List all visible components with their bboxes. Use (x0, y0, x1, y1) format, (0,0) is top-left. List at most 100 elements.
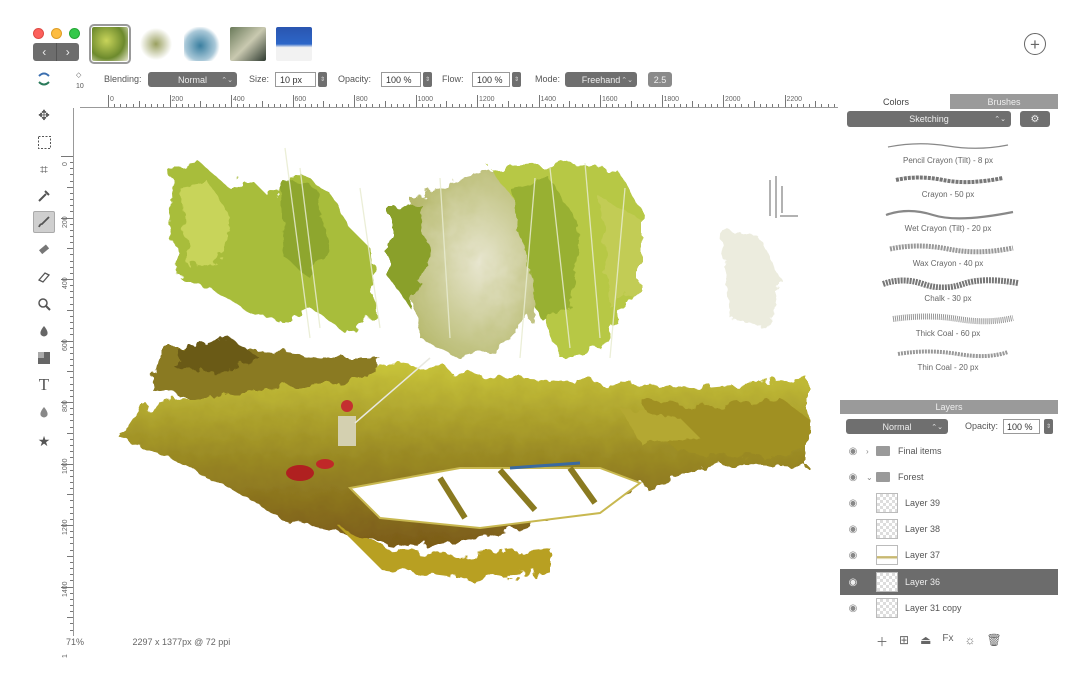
eye-icon[interactable]: ◉ (840, 524, 866, 535)
ruler-tick (298, 104, 300, 107)
ruler-tick (70, 598, 73, 600)
ruler-tick (70, 211, 73, 213)
eye-icon[interactable]: ◉ (840, 498, 866, 509)
eraser-icon[interactable] (33, 239, 55, 261)
ruler-tick (796, 104, 798, 107)
brush-set-dropdown[interactable]: Sketching ⌃⌄ (847, 111, 1011, 127)
layer-opacity-stepper[interactable]: ⇕ (1044, 419, 1053, 434)
back-button[interactable]: ‹ (33, 43, 56, 61)
tab-brushes[interactable]: Brushes (950, 94, 1058, 109)
trash-icon[interactable]: 🗑 (987, 633, 1002, 650)
brush-item[interactable]: Crayon - 50 px (868, 172, 1028, 199)
brush-item[interactable]: Chalk - 30 px (868, 276, 1028, 303)
ruler-tick (144, 104, 146, 107)
layer-row[interactable]: ◉ Layer 36 (840, 569, 1058, 595)
shape-icon[interactable] (33, 347, 55, 369)
close-window-button[interactable] (33, 28, 44, 39)
fill-icon[interactable] (33, 320, 55, 342)
plus-icon: + (1030, 34, 1040, 54)
opacity-input[interactable]: 100 % (381, 72, 421, 87)
document-thumbnail[interactable] (230, 27, 266, 61)
ruler-tick (70, 260, 73, 262)
eye-icon[interactable]: ◉ (840, 550, 866, 561)
layer-row[interactable]: ◉ Layer 38 (840, 516, 1058, 542)
swap-colors-icon[interactable] (36, 71, 52, 87)
ruler-tick (70, 549, 73, 551)
smudge-icon[interactable] (33, 266, 55, 288)
brush-item[interactable]: Pencil Crayon (Tilt) - 8 px (868, 138, 1028, 165)
layer-group-row[interactable]: ◉ › Final items (840, 438, 1058, 464)
ruler-tick (120, 104, 122, 107)
add-document-button[interactable]: + (1024, 33, 1046, 55)
zoom-icon[interactable] (33, 293, 55, 315)
star-icon[interactable]: ★ (33, 430, 55, 452)
brush-name: Chalk - 30 px (924, 294, 972, 303)
merge-icon[interactable]: ⏏ (920, 633, 931, 650)
eye-icon[interactable]: ◉ (840, 577, 866, 588)
canvas[interactable] (80, 108, 838, 636)
zoom-window-button[interactable] (69, 28, 80, 39)
brush-item[interactable]: Wax Crayon - 40 px (868, 241, 1028, 268)
chevron-right-icon[interactable]: › (866, 447, 876, 456)
brush-set-value: Sketching (909, 114, 949, 124)
ruler-tick (70, 408, 73, 410)
ruler-tick (169, 95, 171, 107)
brush-item[interactable]: Wet Crayon (Tilt) - 20 px (868, 206, 1028, 233)
ruler-tick (67, 555, 73, 557)
ruler-tick (70, 537, 73, 539)
document-thumbnail[interactable] (276, 27, 312, 61)
horizontal-ruler: 0 200 400 600 800 1000 1200 1400 1600 1800 2000 220… (80, 95, 852, 108)
layer-opacity-input[interactable]: 100 % (1003, 419, 1040, 434)
opacity-stepper[interactable]: ⇕ (423, 72, 432, 87)
eye-icon[interactable]: ◉ (840, 472, 866, 483)
forward-button[interactable]: › (55, 43, 80, 61)
layer-row[interactable]: ◉ Layer 31 copy (840, 595, 1058, 621)
eye-icon[interactable]: ◉ (840, 603, 866, 614)
zoom-level[interactable]: 71% (66, 637, 84, 647)
flow-stepper[interactable]: ⇕ (512, 72, 521, 87)
dropper-icon[interactable] (33, 401, 55, 423)
fx-icon[interactable]: Fx (942, 633, 953, 650)
brush-item[interactable]: Thick Coal - 60 px (868, 311, 1028, 338)
size-stepper[interactable]: ⇕ (318, 72, 327, 87)
tab-colors[interactable]: Colors (842, 94, 950, 109)
add-group-icon[interactable]: ⊞ (899, 633, 909, 650)
layer-group-row[interactable]: ◉ ⌄ Forest (840, 464, 1058, 490)
document-thumbnail[interactable] (89, 24, 131, 64)
eye-icon[interactable]: ◉ (840, 446, 866, 457)
eyedropper-icon[interactable] (33, 185, 55, 207)
move-icon[interactable]: ✥ (33, 104, 55, 126)
layer-blend-dropdown[interactable]: Normal ⌃⌄ (846, 419, 948, 434)
layer-row[interactable]: ◉ Layer 39 (840, 490, 1058, 516)
ruler-label: 1600 (602, 96, 618, 103)
crop-icon[interactable]: ⌗ (33, 158, 55, 180)
text-icon[interactable]: T (33, 374, 55, 396)
layer-actions: ＋ ⊞ ⏏ Fx ☼ 🗑 (876, 633, 1002, 650)
chevron-down-icon[interactable]: ⌄ (866, 473, 876, 482)
ruler-label: 2200 (786, 96, 803, 103)
ruler-tick (249, 104, 251, 107)
ruler-tick (70, 192, 73, 194)
ruler-tick (70, 445, 73, 447)
add-layer-icon[interactable]: ＋ (876, 633, 888, 650)
ruler-tick (612, 104, 614, 107)
adjust-icon[interactable]: ☼ (965, 633, 976, 650)
size-input[interactable]: 10 px (275, 72, 316, 87)
minimize-window-button[interactable] (51, 28, 62, 39)
status-bar: 71% 2297 x 1377px @ 72 ppi (66, 637, 230, 647)
document-thumbnail[interactable] (138, 27, 174, 61)
layers-header[interactable]: Layers (840, 400, 1058, 414)
ruler-tick (575, 104, 577, 107)
brush-stroke-preview (887, 143, 1009, 149)
brush-item[interactable]: Thin Coal - 20 px (868, 345, 1028, 372)
mode-dropdown[interactable]: Freehand ⌃⌄ (565, 72, 637, 87)
ruler-tick (310, 104, 312, 107)
brush-icon[interactable] (33, 211, 55, 233)
flow-input[interactable]: 100 % (472, 72, 510, 87)
document-thumbnail[interactable] (184, 27, 220, 61)
brush-settings-button[interactable]: ⚙ (1020, 111, 1050, 127)
pressure-button[interactable]: 2.5 (648, 72, 672, 87)
marquee-icon[interactable] (33, 131, 55, 153)
layer-row[interactable]: ◉ Layer 37 (840, 542, 1058, 568)
blending-dropdown[interactable]: Normal ⌃⌄ (148, 72, 237, 87)
